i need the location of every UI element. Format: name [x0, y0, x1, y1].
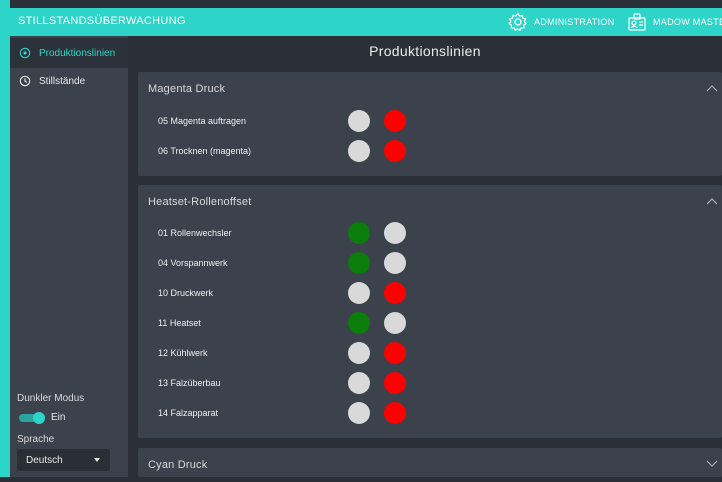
- panel-title: Cyan Druck: [148, 459, 208, 471]
- list-item: 10 Druckwerk: [138, 278, 722, 308]
- line-name: 12 Kühlwerk: [158, 348, 208, 358]
- app-header: STILLSTANDSÜBERWACHUNG ADMINISTRATION MA…: [10, 8, 722, 36]
- chevron-down-icon: [706, 460, 718, 467]
- toggle-knob: [33, 412, 45, 424]
- user-badge-icon: [628, 13, 646, 31]
- status-indicator: [348, 342, 370, 364]
- list-item: 04 Vorspannwerk: [138, 248, 722, 278]
- page-title: Produktionslinien: [369, 43, 481, 59]
- list-item: 11 Heatset: [138, 308, 722, 338]
- status-indicator: [348, 402, 370, 424]
- panel-title: Heatset-Rollenoffset: [148, 196, 252, 208]
- gear-icon: [508, 12, 527, 32]
- panel-magenta-druck: Magenta Druck 05 Magenta auftragen 06 Tr…: [138, 72, 722, 176]
- list-item: 05 Magenta auftragen: [138, 106, 722, 136]
- sidebar-item-label: Stillstände: [39, 75, 86, 87]
- user-label: MADOW MASTER: [653, 17, 722, 27]
- sidebar-item-produktionslinien[interactable]: Produktionslinien: [10, 38, 128, 68]
- dark-mode-value: Ein: [51, 412, 66, 423]
- language-select[interactable]: Deutsch: [17, 449, 110, 471]
- panel-header[interactable]: Magenta Druck: [138, 72, 722, 106]
- line-name: 04 Vorspannwerk: [158, 258, 228, 268]
- line-name: 11 Heatset: [158, 318, 201, 328]
- language-label: Sprache: [17, 434, 55, 445]
- list-item: 13 Falzüberbau: [138, 368, 722, 398]
- list-item: 06 Trocknen (magenta): [138, 136, 722, 166]
- status-indicator: [348, 282, 370, 304]
- dark-mode-toggle[interactable]: [19, 412, 45, 424]
- caret-down-icon: [94, 458, 100, 462]
- line-name: 01 Rollenwechsler: [158, 228, 232, 238]
- status-indicator: [384, 140, 406, 162]
- language-value: Deutsch: [26, 454, 63, 466]
- dark-mode-label: Dunkler Modus: [17, 393, 85, 404]
- administration-button[interactable]: ADMINISTRATION: [508, 12, 615, 32]
- app-window: STILLSTANDSÜBERWACHUNG ADMINISTRATION MA…: [0, 0, 722, 477]
- list-item: 01 Rollenwechsler: [138, 218, 722, 248]
- chevron-up-icon: [706, 198, 718, 205]
- panel-heatset-rollenoffset: Heatset-Rollenoffset 01 Rollenwechsler 0…: [138, 185, 722, 438]
- sidebar-item-label: Produktionslinien: [39, 47, 116, 59]
- window-top-strip: [10, 0, 722, 8]
- status-indicator: [384, 372, 406, 394]
- status-indicator: [384, 282, 406, 304]
- line-name: 14 Falzapparat: [158, 408, 219, 418]
- clock-icon: [19, 75, 31, 87]
- status-indicator: [384, 110, 406, 132]
- status-indicator: [348, 222, 370, 244]
- sidebar-item-stillstaende[interactable]: Stillstände: [10, 66, 128, 96]
- status-indicator: [348, 110, 370, 132]
- list-item: 14 Falzapparat: [138, 398, 722, 428]
- status-indicator: [384, 342, 406, 364]
- status-indicator: [348, 312, 370, 334]
- line-name: 13 Falzüberbau: [158, 378, 221, 388]
- status-indicator: [348, 140, 370, 162]
- status-indicator: [384, 252, 406, 274]
- app-title: STILLSTANDSÜBERWACHUNG: [18, 15, 186, 27]
- user-button[interactable]: MADOW MASTER: [627, 12, 722, 32]
- list-item: 12 Kühlwerk: [138, 338, 722, 368]
- accent-edge: [0, 0, 10, 477]
- sidebar: Produktionslinien Stillstände Dunkler Mo…: [10, 36, 128, 477]
- target-icon: [19, 47, 31, 59]
- panel-title: Magenta Druck: [148, 83, 226, 95]
- status-indicator: [384, 222, 406, 244]
- status-indicator: [384, 402, 406, 424]
- administration-label: ADMINISTRATION: [534, 17, 615, 27]
- line-name: 06 Trocknen (magenta): [158, 146, 252, 156]
- status-indicator: [384, 312, 406, 334]
- line-name: 10 Druckwerk: [158, 288, 214, 298]
- panel-header[interactable]: Heatset-Rollenoffset: [138, 185, 722, 219]
- status-indicator: [348, 252, 370, 274]
- line-name: 05 Magenta auftragen: [158, 116, 247, 126]
- panel-cyan-druck: Cyan Druck: [138, 448, 722, 477]
- chevron-up-icon: [706, 85, 718, 92]
- status-indicator: [348, 372, 370, 394]
